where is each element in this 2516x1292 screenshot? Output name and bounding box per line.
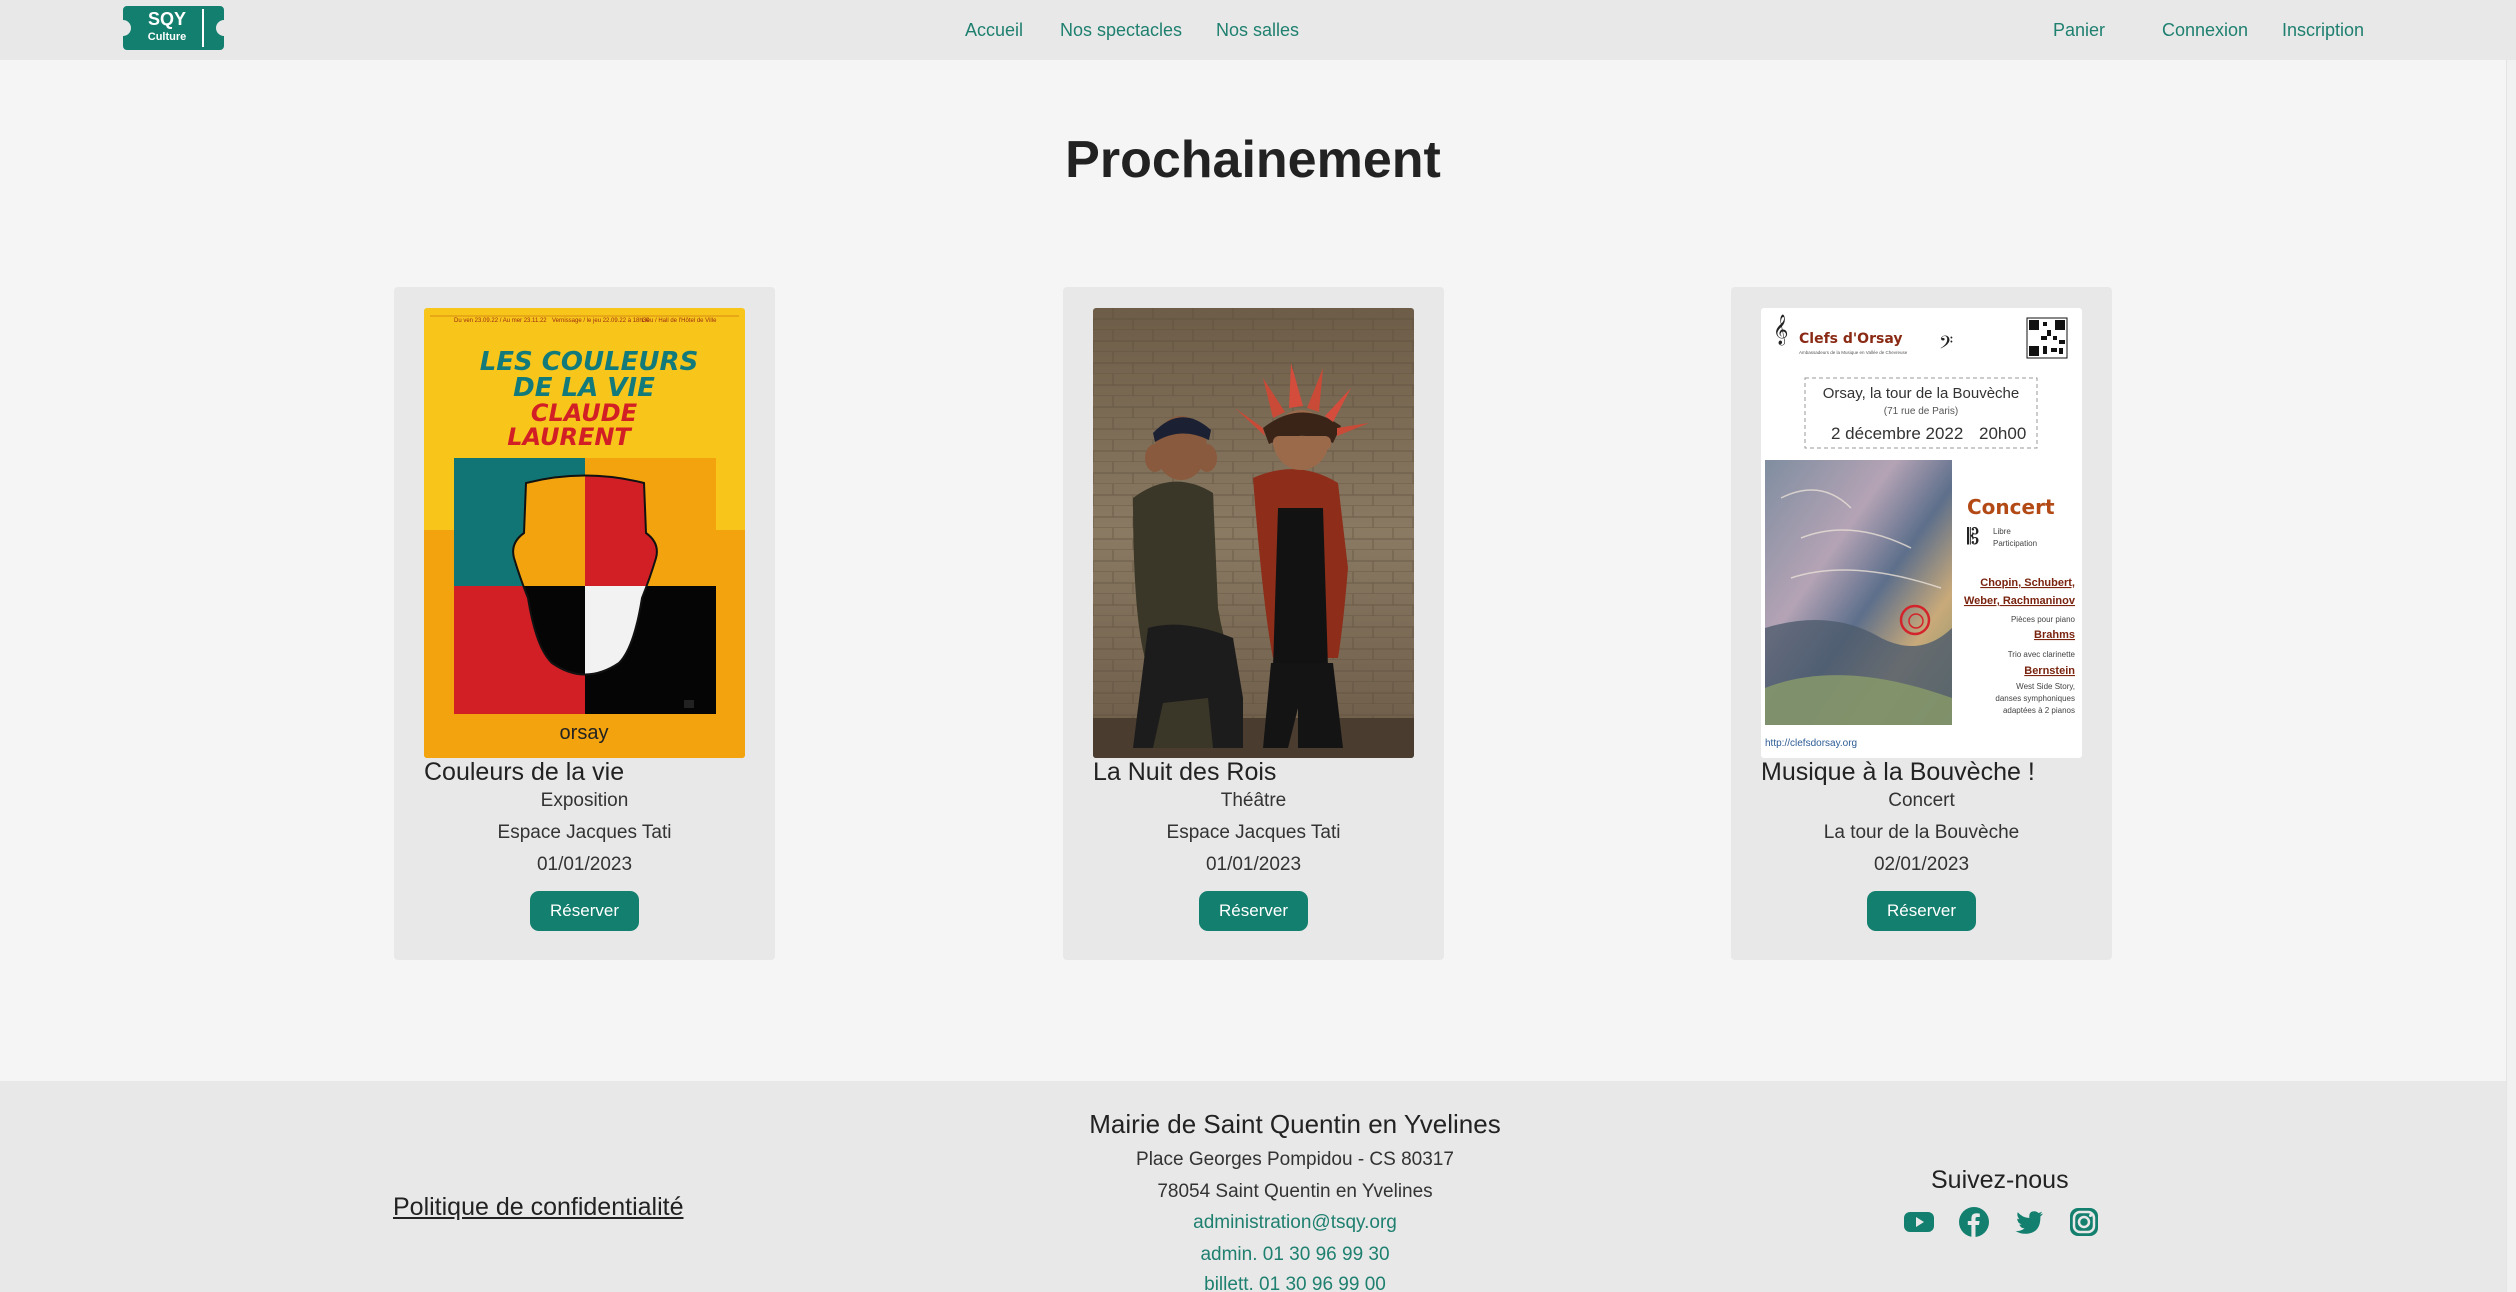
- logo-text-sqy: SQY: [148, 9, 186, 29]
- event-title[interactable]: La Nuit des Rois: [1093, 758, 1276, 787]
- footer-email-link[interactable]: administration@tsqy.org: [0, 1212, 2516, 1234]
- svg-text:𝄢: 𝄢: [1939, 333, 1953, 358]
- poster-concert: Concert: [1967, 495, 2055, 519]
- twitter-icon[interactable]: [2013, 1206, 2045, 1238]
- poster-header-vernissage: Vernissage / le jeu 22.09.22 à 18h30: [552, 318, 650, 324]
- poster-wss-3: adaptées à 2 pianos: [2003, 706, 2075, 715]
- event-venue: La tour de la Bouvèche: [1823, 822, 2020, 843]
- svg-text:𝄞: 𝄞: [1773, 314, 1788, 346]
- sqy-culture-logo[interactable]: SQY Culture: [123, 6, 224, 50]
- youtube-icon[interactable]: [1903, 1206, 1935, 1238]
- poster-url: http://clefsdorsay.org: [1765, 738, 1857, 749]
- footer-address-line2: 78054 Saint Quentin en Yvelines: [1157, 1181, 1433, 1202]
- event-card: Du ven 23.09.22 / Au mer 23.11.22 Vernis…: [394, 287, 775, 960]
- poster-piano: Pièces pour piano: [2011, 615, 2076, 624]
- event-venue: Espace Jacques Tati: [1166, 822, 1341, 843]
- footer-address-line1: Place Georges Pompidou - CS 80317: [1136, 1149, 1454, 1170]
- page-title: Prochainement: [1065, 131, 1441, 189]
- poster-place: Orsay, la tour de la Bouvèche: [1823, 385, 2020, 402]
- event-poster-image[interactable]: Du ven 23.09.22 / Au mer 23.11.22 Vernis…: [424, 308, 745, 758]
- poster-header-dates: Du ven 23.09.22 / Au mer 23.11.22: [454, 318, 547, 324]
- nav-link-inscription[interactable]: Inscription: [2282, 20, 2364, 41]
- poster-entry-1: Libre: [1993, 527, 2011, 536]
- nav-link-nos-spectacles[interactable]: Nos spectacles: [1060, 20, 1182, 41]
- poster-composers-2: Weber, Rachmaninov: [1964, 595, 2076, 607]
- footer-phone-ticket[interactable]: billett. 01 30 96 99 00: [0, 1274, 2516, 1292]
- reserve-button[interactable]: Réserver: [1199, 891, 1308, 931]
- poster-wss-2: danses symphoniques: [1995, 694, 2075, 703]
- reserve-button[interactable]: Réserver: [530, 891, 639, 931]
- event-card: 𝄞 Clefs d'Orsay Ambassadeurs de la Musiq…: [1731, 287, 2112, 960]
- poster-trio: Trio avec clarinette: [2008, 650, 2076, 659]
- event-type: Concert: [1888, 790, 1955, 811]
- instagram-icon[interactable]: [2068, 1206, 2100, 1238]
- event-poster-image[interactable]: 𝄞 Clefs d'Orsay Ambassadeurs de la Musiq…: [1761, 308, 2082, 758]
- poster-header-lieu: Lieu / Hall de l'Hôtel de Ville: [642, 318, 717, 324]
- nav-link-connexion[interactable]: Connexion: [2162, 20, 2248, 41]
- svg-text:𝄡: 𝄡: [1967, 525, 1979, 550]
- event-date: 02/01/2023: [1873, 854, 1970, 875]
- event-type: Exposition: [540, 790, 629, 811]
- page-scrollbar[interactable]: [2506, 60, 2516, 1292]
- poster-org: Clefs d'Orsay: [1799, 331, 1902, 347]
- poster-wss-1: West Side Story,: [2016, 682, 2075, 691]
- poster-date: 2 décembre 2022: [1831, 424, 1963, 443]
- footer-org-name: Mairie de Saint Quentin en Yvelines: [1089, 1109, 1501, 1139]
- event-photo-image[interactable]: [1093, 308, 1414, 758]
- poster-composers-1: Chopin, Schubert,: [1980, 577, 2075, 589]
- event-date: 01/01/2023: [536, 854, 633, 875]
- poster-entry-2: Participation: [1993, 539, 2037, 548]
- logo-text-culture: Culture: [148, 31, 187, 43]
- poster-headline-4: LAURENT: [507, 423, 632, 451]
- poster-brahms: Brahms: [2034, 629, 2075, 641]
- facebook-icon[interactable]: [1958, 1206, 1990, 1238]
- nav-link-panier[interactable]: Panier: [2053, 20, 2105, 41]
- event-venue: Espace Jacques Tati: [497, 822, 672, 843]
- poster-org-sub: Ambassadeurs de la Musique en Vallée de …: [1799, 350, 1908, 355]
- nav-link-nos-salles[interactable]: Nos salles: [1216, 20, 1299, 41]
- event-type: Théâtre: [1220, 790, 1287, 811]
- nav-link-accueil[interactable]: Accueil: [965, 20, 1023, 41]
- reserve-button[interactable]: Réserver: [1867, 891, 1976, 931]
- event-date: 01/01/2023: [1205, 854, 1302, 875]
- navbar: SQY Culture Accueil Nos spectacles Nos s…: [0, 0, 2516, 60]
- event-title[interactable]: Couleurs de la vie: [424, 758, 624, 787]
- poster-time: 20h00: [1979, 424, 2026, 443]
- poster-address: (71 rue de Paris): [1884, 406, 1958, 417]
- poster-bernstein: Bernstein: [2024, 665, 2075, 677]
- footer: Politique de confidentialité Mairie de S…: [0, 1081, 2506, 1292]
- event-title[interactable]: Musique à la Bouvèche !: [1761, 758, 2035, 787]
- follow-us-heading: Suivez-nous: [1931, 1166, 2069, 1194]
- footer-phone-admin[interactable]: admin. 01 30 96 99 30: [0, 1244, 2516, 1266]
- poster-brand: orsay: [560, 722, 609, 744]
- event-card: La Nuit des Rois Théâtre Espace Jacques …: [1063, 287, 1444, 960]
